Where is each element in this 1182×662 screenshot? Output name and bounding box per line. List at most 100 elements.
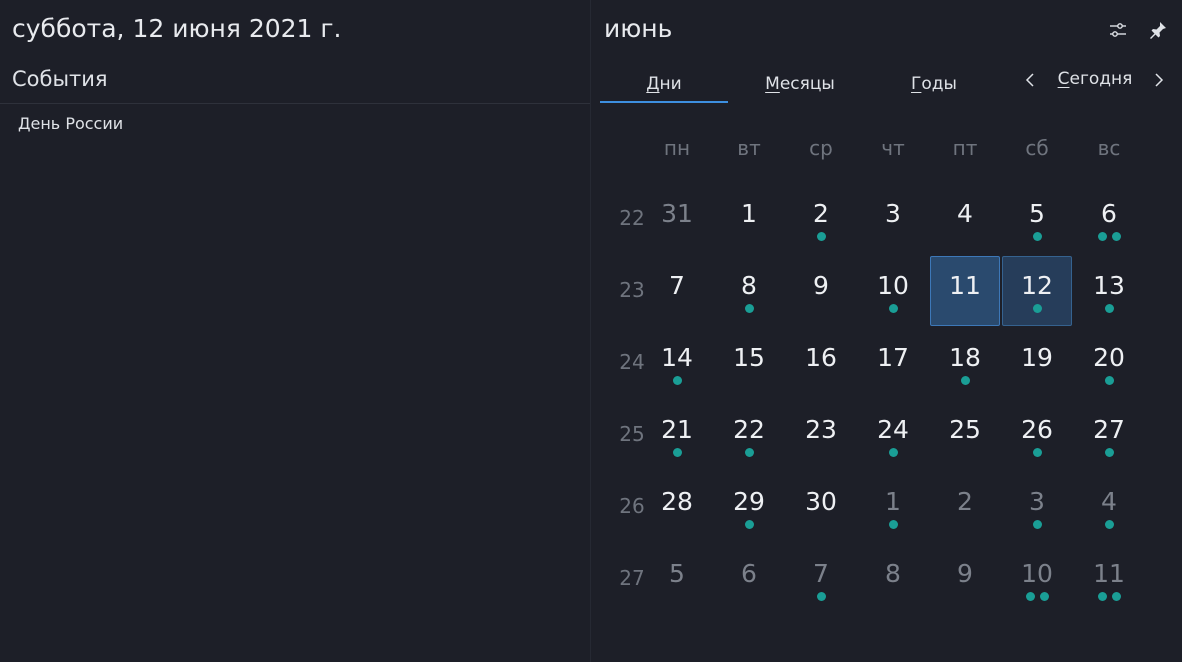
configure-button[interactable] [1106, 18, 1130, 42]
weekday-label: пн [663, 136, 691, 160]
event-indicator [1075, 232, 1143, 241]
day-cell[interactable]: 18 [930, 328, 1000, 398]
events-pane: суббота, 12 июня 2021 г. События День Ро… [0, 0, 590, 662]
day-cell[interactable]: 25 [930, 400, 1000, 470]
day-cell[interactable]: 30 [786, 472, 856, 542]
event-dot [1032, 448, 1042, 457]
event-dot [888, 448, 898, 457]
weekday-label: вс [1097, 136, 1121, 160]
tab-days-label: ни [659, 74, 682, 94]
day-cell[interactable]: 5 [642, 544, 712, 614]
next-month-button[interactable] [1148, 68, 1170, 92]
day-number: 22 [733, 415, 765, 444]
day-number: 19 [1021, 343, 1053, 372]
tab-months-label: есяцы [779, 74, 835, 94]
day-cell[interactable]: 2 [786, 184, 856, 254]
event-indicator [1003, 520, 1071, 529]
day-number: 2 [813, 199, 829, 228]
day-number: 8 [885, 559, 901, 588]
day-number: 31 [661, 199, 693, 228]
day-cell[interactable]: 3 [1002, 472, 1072, 542]
day-cell[interactable]: 4 [930, 184, 1000, 254]
day-cell[interactable]: 7 [786, 544, 856, 614]
tab-months[interactable]: Месяцы [728, 74, 872, 104]
day-cell[interactable]: 9 [786, 256, 856, 326]
day-cell[interactable]: 5 [1002, 184, 1072, 254]
day-cell[interactable]: 10 [858, 256, 928, 326]
previous-month-button[interactable] [1019, 68, 1041, 92]
day-number: 17 [877, 343, 909, 372]
event-dot [1032, 304, 1042, 313]
day-number: 11 [949, 271, 981, 300]
event-dot [888, 520, 898, 529]
day-cell[interactable]: 8 [858, 544, 928, 614]
day-cell[interactable]: 7 [642, 256, 712, 326]
day-cell[interactable]: 22 [714, 400, 784, 470]
day-cell[interactable]: 6 [1074, 184, 1144, 254]
day-cell[interactable]: 17 [858, 328, 928, 398]
day-number: 28 [661, 487, 693, 516]
event-item[interactable]: День России [18, 114, 123, 133]
day-number: 12 [1021, 271, 1053, 300]
day-number: 24 [877, 415, 909, 444]
event-dot [744, 304, 754, 313]
day-cell[interactable]: 15 [714, 328, 784, 398]
event-dot [816, 232, 826, 241]
day-cell[interactable]: 9 [930, 544, 1000, 614]
day-number: 10 [877, 271, 909, 300]
day-cell[interactable]: 16 [786, 328, 856, 398]
day-cell[interactable]: 23 [786, 400, 856, 470]
day-cell[interactable]: 12 [1002, 256, 1072, 326]
day-cell[interactable]: 4 [1074, 472, 1144, 542]
day-number: 14 [661, 343, 693, 372]
day-cell[interactable]: 13 [1074, 256, 1144, 326]
weekday-label: сб [1025, 136, 1049, 160]
day-cell[interactable]: 21 [642, 400, 712, 470]
day-cell[interactable]: 1 [858, 472, 928, 542]
event-indicator [1003, 304, 1071, 313]
event-indicator [859, 520, 927, 529]
day-cell[interactable]: 14 [642, 328, 712, 398]
day-cell[interactable]: 27 [1074, 400, 1144, 470]
today-button[interactable]: Сегодня [1051, 69, 1139, 93]
day-number: 1 [741, 199, 757, 228]
day-cell[interactable]: 20 [1074, 328, 1144, 398]
weekday-label: пт [952, 136, 978, 160]
today-mnemonic: С [1057, 69, 1070, 89]
event-indicator [715, 448, 783, 457]
pin-button[interactable] [1146, 18, 1170, 42]
event-indicator [715, 304, 783, 313]
day-cell[interactable]: 8 [714, 256, 784, 326]
day-cell[interactable]: 28 [642, 472, 712, 542]
day-cell[interactable]: 6 [714, 544, 784, 614]
event-dot [1039, 592, 1049, 601]
day-cell[interactable]: 10 [1002, 544, 1072, 614]
event-dot [1104, 376, 1114, 385]
day-cell[interactable]: 11 [930, 256, 1000, 326]
event-dot [1111, 232, 1121, 241]
day-cell[interactable]: 1 [714, 184, 784, 254]
day-cell[interactable]: 24 [858, 400, 928, 470]
day-cell[interactable]: 31 [642, 184, 712, 254]
event-indicator [859, 448, 927, 457]
day-number: 8 [741, 271, 757, 300]
day-cell[interactable]: 3 [858, 184, 928, 254]
day-number: 25 [949, 415, 981, 444]
day-number: 16 [805, 343, 837, 372]
event-indicator [1075, 448, 1143, 457]
day-number: 6 [741, 559, 757, 588]
tab-years[interactable]: Годы [872, 74, 996, 104]
event-indicator [1075, 592, 1143, 601]
day-number: 9 [957, 559, 973, 588]
day-number: 3 [1029, 487, 1045, 516]
day-cell[interactable]: 26 [1002, 400, 1072, 470]
event-indicator [787, 592, 855, 601]
day-number: 30 [805, 487, 837, 516]
day-cell[interactable]: 2 [930, 472, 1000, 542]
day-cell[interactable]: 19 [1002, 328, 1072, 398]
day-cell[interactable]: 11 [1074, 544, 1144, 614]
tab-days[interactable]: Дни [600, 74, 728, 104]
event-dot [1097, 232, 1107, 241]
day-cell[interactable]: 29 [714, 472, 784, 542]
month-title: июнь [604, 14, 673, 43]
